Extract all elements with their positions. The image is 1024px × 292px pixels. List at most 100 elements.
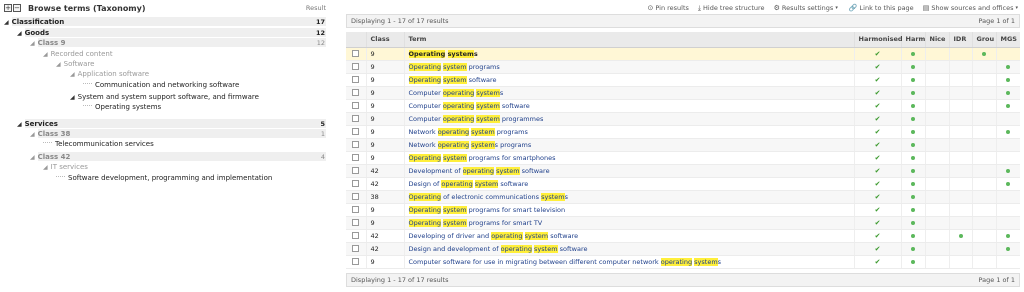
show-sources-button[interactable]: ▤ Show sources and offices ▾ <box>923 4 1020 12</box>
presence-dot-icon <box>1006 103 1011 108</box>
row-checkbox[interactable] <box>352 154 360 161</box>
row-checkbox[interactable] <box>352 232 360 239</box>
column-header[interactable]: Harmonised <box>853 32 903 48</box>
row-checkbox[interactable] <box>352 206 360 213</box>
row-checkbox[interactable] <box>352 50 360 57</box>
table-row[interactable]: 9 Operating system programs for smartphon… <box>346 151 1020 165</box>
tree-node[interactable]: ◢ IT services <box>0 162 330 172</box>
row-checkbox[interactable] <box>352 141 360 148</box>
table-row[interactable]: 42 Design of operating system software ✔ <box>346 177 1020 191</box>
collapse-all-icon[interactable]: − <box>13 4 21 12</box>
term-cell[interactable]: Developing of driver and operating syste… <box>403 229 854 243</box>
tree-node[interactable]: ◢ Class 42 4 <box>0 152 330 162</box>
term-cell[interactable]: Operating system programs for smart tele… <box>403 203 854 217</box>
taxonomy-title: Browse terms (Taxonomy) <box>28 3 146 13</box>
tree-node[interactable]: Telecommunication services <box>0 139 330 149</box>
row-checkbox[interactable] <box>352 258 360 265</box>
hide-tree-button[interactable]: ⤓ Hide tree structure <box>698 4 765 13</box>
table-row[interactable]: 9 Computer operating system software ✔ <box>346 99 1020 113</box>
expand-all-icon[interactable]: + <box>4 4 12 12</box>
table-row[interactable]: 9 Computer operating systems ✔ <box>346 86 1020 100</box>
tree-node-count: 17 <box>315 18 325 26</box>
row-checkbox[interactable] <box>352 63 360 70</box>
table-row[interactable]: 9 Operating system programs ✔ <box>346 60 1020 74</box>
term-cell[interactable]: Operating systems <box>403 47 854 61</box>
class-cell: 9 <box>365 99 404 113</box>
row-checkbox[interactable] <box>352 219 360 226</box>
table-row[interactable]: 9 Operating system software ✔ <box>346 73 1020 87</box>
tree-node[interactable]: ◢ Software <box>0 59 330 69</box>
expand-triangle-icon[interactable]: ◢ <box>4 18 9 28</box>
row-select-cell <box>346 203 366 217</box>
tree-node[interactable]: ◢ Classification 17 <box>0 17 330 27</box>
expand-triangle-icon[interactable]: ◢ <box>30 39 35 49</box>
tree-node-label: Class 9 <box>37 39 66 47</box>
tree-node[interactable]: ◢ Class 9 12 <box>0 38 330 48</box>
column-header[interactable]: MGS <box>995 32 1020 48</box>
row-checkbox[interactable] <box>352 76 360 83</box>
table-row[interactable]: 9 Operating systems ✔ <box>346 47 1020 61</box>
table-row[interactable]: 9 Operating system programs for smart tel… <box>346 203 1020 217</box>
pin-results-button[interactable]: ⊙ Pin results <box>648 4 689 12</box>
term-cell[interactable]: Development of operating system software <box>403 164 854 178</box>
tree-node[interactable]: ◢ Class 38 1 <box>0 129 330 139</box>
row-checkbox[interactable] <box>352 128 360 135</box>
term-cell[interactable]: Computer software for use in migrating b… <box>403 255 854 269</box>
column-header[interactable]: Harm <box>900 32 925 48</box>
term-cell[interactable]: Network operating systems programs <box>403 138 854 152</box>
table-row[interactable]: 42 Developing of driver and operating sys… <box>346 229 1020 243</box>
table-row[interactable]: 42 Development of operating system softwa… <box>346 164 1020 178</box>
grou-cell <box>971 112 996 126</box>
term-cell[interactable]: Computer operating system software <box>403 99 854 113</box>
mgs-cell <box>995 99 1020 113</box>
tree-node[interactable]: ◢ Application software <box>0 69 330 79</box>
row-checkbox[interactable] <box>352 102 360 109</box>
term-cell[interactable]: Operating of electronic communications s… <box>403 190 854 204</box>
term-text: Design and development of <box>408 244 501 253</box>
column-header[interactable]: Class <box>365 32 404 48</box>
term-cell[interactable]: Operating system programs for smartphone… <box>403 151 854 165</box>
table-row[interactable]: 9 Computer software for use in migrating … <box>346 255 1020 269</box>
tree-node[interactable]: Operating systems <box>0 102 330 112</box>
row-checkbox[interactable] <box>352 180 360 187</box>
tree-node[interactable]: ◢ Goods 12 <box>0 28 330 38</box>
row-checkbox[interactable] <box>352 245 360 252</box>
row-checkbox[interactable] <box>352 167 360 174</box>
tree-node[interactable]: Communication and networking software <box>0 80 330 90</box>
term-cell[interactable]: Operating system software <box>403 73 854 87</box>
grou-cell <box>971 125 996 139</box>
expand-triangle-icon[interactable]: ◢ <box>70 70 75 80</box>
tree-node[interactable]: ◢ System and system support software, and… <box>0 92 330 102</box>
grou-cell <box>971 229 996 243</box>
table-row[interactable]: 9 Operating system programs for smart TV ✔ <box>346 216 1020 230</box>
column-header[interactable]: Term <box>403 32 854 48</box>
expand-triangle-icon[interactable]: ◢ <box>43 163 48 173</box>
term-cell[interactable]: Design and development of operating syst… <box>403 242 854 256</box>
column-header[interactable] <box>346 32 366 48</box>
row-checkbox[interactable] <box>352 193 360 200</box>
column-header[interactable]: IDR <box>948 32 972 48</box>
table-row[interactable]: 9 Computer operating system programmes ✔ <box>346 112 1020 126</box>
column-header[interactable]: Nice <box>924 32 949 48</box>
row-checkbox[interactable] <box>352 115 360 122</box>
row-checkbox[interactable] <box>352 89 360 96</box>
term-cell[interactable]: Operating system programs <box>403 60 854 74</box>
term-cell[interactable]: Operating system programs for smart TV <box>403 216 854 230</box>
harmonised-cell: ✔ <box>853 190 901 204</box>
table-row[interactable]: 9 Network operating system programs ✔ <box>346 125 1020 139</box>
tree-node[interactable]: ◢ Services 5 <box>0 119 330 129</box>
table-row[interactable]: 42 Design and development of operating sy… <box>346 242 1020 256</box>
tree-node[interactable]: ◢ Recorded content <box>0 49 330 59</box>
term-cell[interactable]: Network operating system programs <box>403 125 854 139</box>
results-settings-button[interactable]: ⚙ Results settings ▾ <box>774 4 840 12</box>
term-cell[interactable]: Design of operating system software <box>403 177 854 191</box>
table-row[interactable]: 9 Network operating systems programs ✔ <box>346 138 1020 152</box>
link-to-page-button[interactable]: 🔗 Link to this page <box>849 4 914 12</box>
column-header[interactable]: Grou <box>971 32 996 48</box>
table-row[interactable]: 38 Operating of electronic communications… <box>346 190 1020 204</box>
term-cell[interactable]: Computer operating systems <box>403 86 854 100</box>
term-cell[interactable]: Computer operating system programmes <box>403 112 854 126</box>
term-highlight: operating <box>442 114 475 123</box>
tree-node[interactable]: Software development, programming and im… <box>0 173 330 183</box>
term-text: s <box>717 257 722 266</box>
